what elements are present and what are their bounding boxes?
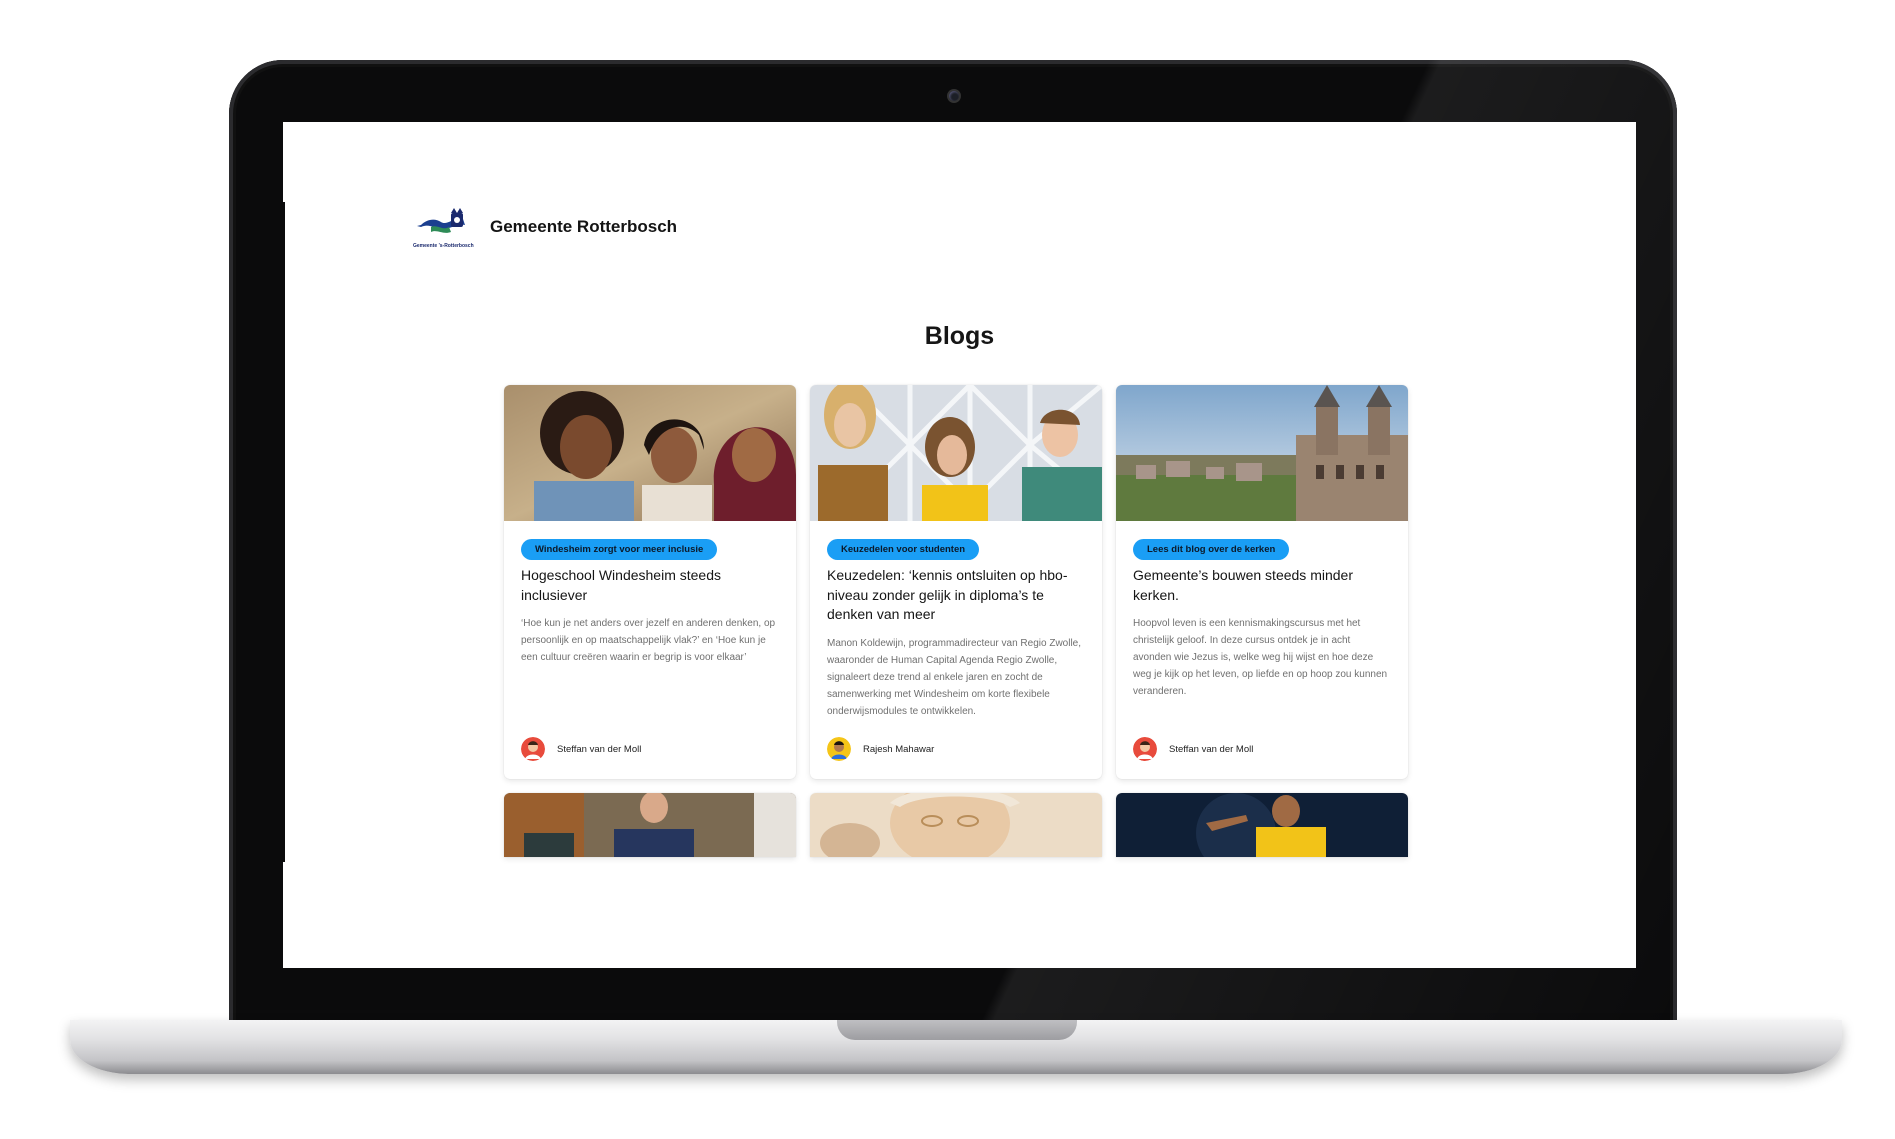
card-author: Steffan van der Moll — [1133, 737, 1253, 761]
avatar — [827, 737, 851, 761]
card-body: Lees dit blog over de kerken Gemeente’s … — [1116, 521, 1408, 700]
card-title[interactable]: Hogeschool Windesheim steeds inclusiever — [521, 566, 779, 605]
site-header: Gemeente 's-Rotterbosch Gemeente Rotterb… — [413, 202, 677, 252]
card-body: Windesheim zorgt voor meer inclusie Hoge… — [504, 521, 796, 666]
avatar — [521, 737, 545, 761]
card-tag[interactable]: Lees dit blog over de kerken — [1133, 539, 1290, 560]
three-smiling-women-photo — [504, 385, 796, 521]
avatar — [1133, 737, 1157, 761]
author-name: Steffan van der Moll — [1169, 743, 1254, 755]
browser-screen: Gemeente 's-Rotterbosch Gemeente Rotterb… — [283, 122, 1636, 968]
page-title: Blogs — [924, 322, 995, 350]
camera-icon — [949, 91, 959, 101]
card-author: Steffan van der Moll — [521, 737, 641, 761]
laptop-base — [70, 1020, 1842, 1074]
card-title[interactable]: Keuzedelen: ‘kennis ontsluiten op hbo-ni… — [827, 566, 1085, 625]
football-player-photo — [1116, 793, 1408, 857]
blog-card[interactable]: Keuzedelen voor studenten Keuzedelen: ‘k… — [810, 385, 1102, 779]
logo-caption: Gemeente 's-Rotterbosch — [413, 243, 474, 249]
site-name[interactable]: Gemeente Rotterbosch — [490, 217, 677, 237]
card-tag[interactable]: Windesheim zorgt voor meer inclusie — [521, 539, 718, 560]
card-body: Keuzedelen voor studenten Keuzedelen: ‘k… — [810, 521, 1102, 720]
man-in-suit-photo — [504, 793, 796, 857]
blog-card[interactable]: Lees dit blog over de kerken Gemeente’s … — [1116, 385, 1408, 779]
three-students-photo — [810, 385, 1102, 521]
church-cityscape-photo — [1116, 385, 1408, 521]
elderly-woman-photo — [810, 793, 1102, 857]
card-author: Rajesh Mahawar — [827, 737, 934, 761]
card-excerpt: Manon Koldewijn, programmadirecteur van … — [827, 637, 1082, 717]
card-excerpt: Hoopvol leven is een kennismakingscursus… — [1133, 618, 1388, 697]
author-name: Rajesh Mahawar — [863, 743, 935, 755]
card-tag[interactable]: Keuzedelen voor studenten — [827, 539, 980, 560]
blog-card[interactable]: Windesheim zorgt voor meer inclusie Hoge… — [504, 385, 796, 779]
screen-edge — [283, 202, 285, 862]
laptop-notch — [837, 1020, 1077, 1040]
blog-card[interactable] — [504, 793, 796, 857]
logo-icon — [417, 208, 465, 233]
blog-card[interactable] — [1116, 793, 1408, 857]
author-name: Steffan van der Moll — [557, 743, 642, 755]
blog-card[interactable] — [810, 793, 1102, 857]
site-logo[interactable]: Gemeente 's-Rotterbosch — [413, 205, 474, 249]
card-title[interactable]: Gemeente’s bouwen steeds minder kerken. — [1133, 566, 1391, 605]
card-excerpt: ‘Hoe kun je net anders over jezelf en an… — [521, 618, 776, 663]
blog-grid: Windesheim zorgt voor meer inclusie Hoge… — [504, 385, 1408, 857]
